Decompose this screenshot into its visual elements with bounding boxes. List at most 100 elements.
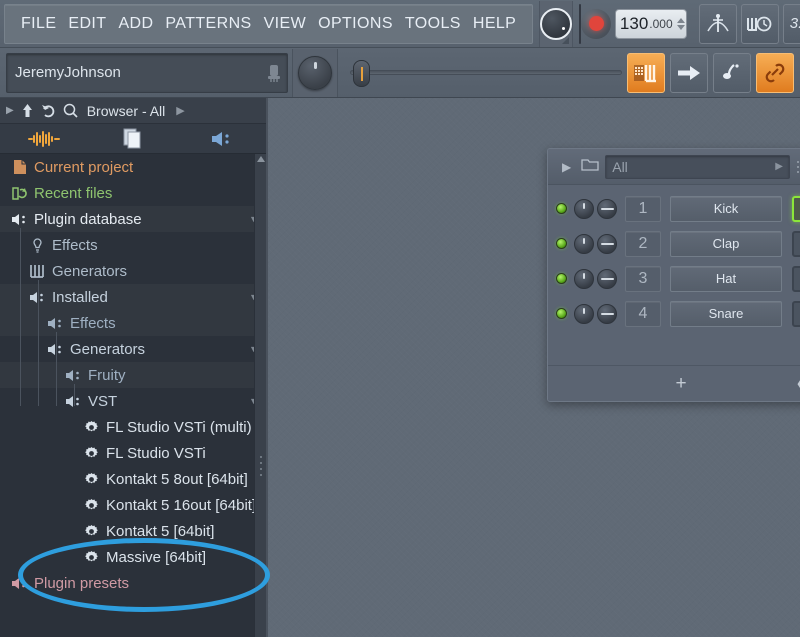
channel-pan-knob[interactable] — [597, 233, 617, 254]
tempo-display[interactable]: 130 .000 — [615, 8, 688, 39]
menu-item-options[interactable]: OPTIONS — [312, 15, 399, 33]
browser-scrollbar[interactable] — [254, 154, 266, 637]
folder-icon[interactable] — [581, 157, 599, 176]
tree-item-effects[interactable]: Effects — [0, 310, 266, 336]
playlist-button[interactable] — [627, 52, 665, 93]
tree-guide-line — [38, 280, 39, 406]
channel-name-button[interactable]: Kick — [670, 195, 782, 222]
tree-item-vst[interactable]: VST▼ — [0, 388, 266, 414]
plugin-gear-icon — [82, 446, 101, 461]
tree-item-fl-studio-vsti[interactable]: FL Studio VSTi — [0, 440, 266, 466]
tree-item-recent-files[interactable]: Recent files — [0, 180, 266, 206]
toolbar-icon-group: 3.2: — [695, 1, 800, 47]
chevron-right-icon[interactable]: ▶ — [554, 160, 579, 174]
channel-mute-button[interactable] — [792, 300, 800, 327]
channel-volume-knob[interactable] — [574, 198, 594, 219]
piano-roll-button[interactable] — [670, 52, 708, 93]
tree-item-kontakt-5-16out-64bit[interactable]: Kontakt 5 16out [64bit] — [0, 492, 266, 518]
menu-item-view[interactable]: VIEW — [258, 15, 313, 33]
menu-item-edit[interactable]: EDIT — [62, 15, 112, 33]
channel-pan-knob[interactable] — [597, 268, 617, 289]
menu-item-help[interactable]: HELP — [467, 15, 522, 33]
channel-filter-dropdown[interactable]: All ▶ — [605, 154, 790, 179]
add-channel-button[interactable]: + — [675, 373, 686, 395]
tree-item-label: VST — [88, 392, 118, 410]
channel-filter-value: All — [612, 158, 628, 175]
channel-mute-button[interactable] — [792, 265, 800, 292]
speaker-icon — [46, 317, 65, 330]
tree-item-massive-64bit[interactable]: Massive [64bit] — [0, 544, 266, 570]
tab-files[interactable] — [89, 124, 178, 154]
tree-item-kontakt-5-8out-64bit[interactable]: Kontakt 5 8out [64bit] — [0, 466, 266, 492]
channel-volume-knob[interactable] — [574, 268, 594, 289]
chevron-left-icon[interactable]: ❮ — [795, 374, 800, 392]
scroll-grip-icon[interactable] — [259, 454, 263, 480]
browser-tree: Current project Recent files Plugin databa… — [0, 154, 266, 596]
menu-item-patterns[interactable]: PATTERNS — [159, 15, 257, 33]
tree-item-plugin-database[interactable]: Plugin database▼ — [0, 206, 266, 232]
menu-item-add[interactable]: ADD — [112, 15, 159, 33]
countdown-icon[interactable]: 3.2: — [783, 3, 800, 44]
tree-item-label: Fruity — [88, 366, 126, 384]
speaker-icon — [10, 577, 29, 590]
tree-item-label: Plugin presets — [34, 574, 130, 592]
channel-number[interactable]: 4 — [625, 300, 661, 327]
search-icon[interactable] — [63, 103, 78, 118]
chevron-right-icon[interactable]: ▶ — [6, 105, 14, 116]
channel-row: 1 Kick — [548, 191, 800, 226]
chevron-right-icon[interactable]: ▶ — [176, 104, 184, 117]
channel-name-button[interactable]: Clap — [670, 230, 782, 257]
tempo-spinner[interactable] — [676, 17, 685, 30]
channel-name-button[interactable]: Snare — [670, 300, 782, 327]
slider-handle[interactable] — [353, 60, 370, 87]
metronome-icon[interactable] — [699, 3, 738, 44]
menu-item-file[interactable]: FILE — [15, 15, 62, 33]
channel-number[interactable]: 3 — [625, 265, 661, 292]
hint-bar[interactable]: JeremyJohnson — [6, 52, 288, 93]
channel-pan-knob[interactable] — [597, 198, 617, 219]
channel-enable-led[interactable] — [556, 203, 567, 214]
scroll-up-arrow-icon[interactable] — [257, 156, 265, 162]
project-icon — [10, 159, 29, 175]
tree-guide-line — [74, 384, 75, 406]
record-button[interactable] — [581, 1, 612, 47]
channel-volume-knob[interactable] — [574, 233, 594, 254]
channel-number[interactable]: 1 — [625, 195, 661, 222]
channel-mute-button[interactable] — [792, 230, 800, 257]
channel-enable-led[interactable] — [556, 238, 567, 249]
channel-mute-button[interactable] — [792, 195, 800, 222]
speaker-icon — [10, 213, 29, 226]
channel-number[interactable]: 2 — [625, 230, 661, 257]
arrow-up-icon[interactable] — [21, 103, 34, 118]
tree-item-fl-studio-vsti-multi[interactable]: FL Studio VSTi (multi) — [0, 414, 266, 440]
vertical-dots-icon[interactable] — [790, 154, 800, 180]
tree-item-fruity[interactable]: Fruity — [0, 362, 266, 388]
tree-item-generators[interactable]: Generators▼ — [0, 336, 266, 362]
channel-enable-led[interactable] — [556, 273, 567, 284]
tree-item-current-project[interactable]: Current project — [0, 154, 266, 180]
master-pitch-knob[interactable] — [292, 48, 338, 97]
tree-item-generators[interactable]: Generators — [0, 258, 266, 284]
channel-name-button[interactable]: Hat — [670, 265, 782, 292]
slider-track[interactable] — [350, 60, 622, 87]
master-volume-knob[interactable] — [539, 0, 574, 47]
tab-plugins[interactable] — [177, 124, 266, 154]
tree-item-plugin-presets[interactable]: Plugin presets — [0, 570, 266, 596]
tree-item-installed[interactable]: Installed▼ — [0, 284, 266, 310]
tree-item-kontakt-5-64bit[interactable]: Kontakt 5 [64bit] — [0, 518, 266, 544]
fl-studio-window: FILE EDIT ADD PATTERNS VIEW OPTIONS TOOLS HELP … — [0, 0, 800, 637]
channel-enable-led[interactable] — [556, 308, 567, 319]
step-sequencer-button[interactable] — [713, 52, 751, 93]
channel-volume-knob[interactable] — [574, 303, 594, 324]
tempo-fraction: .000 — [649, 16, 673, 31]
tree-item-effects[interactable]: Effects — [0, 232, 266, 258]
wait-for-input-icon[interactable] — [741, 3, 780, 44]
hint-slider[interactable] — [338, 49, 622, 97]
undo-arrow-icon[interactable] — [41, 103, 56, 118]
chevron-right-icon: ▶ — [775, 161, 783, 172]
tab-audio[interactable] — [0, 124, 89, 154]
channel-pan-knob[interactable] — [597, 303, 617, 324]
speaker-icon — [64, 369, 83, 382]
menu-item-tools[interactable]: TOOLS — [399, 15, 467, 33]
link-button[interactable] — [756, 52, 794, 93]
